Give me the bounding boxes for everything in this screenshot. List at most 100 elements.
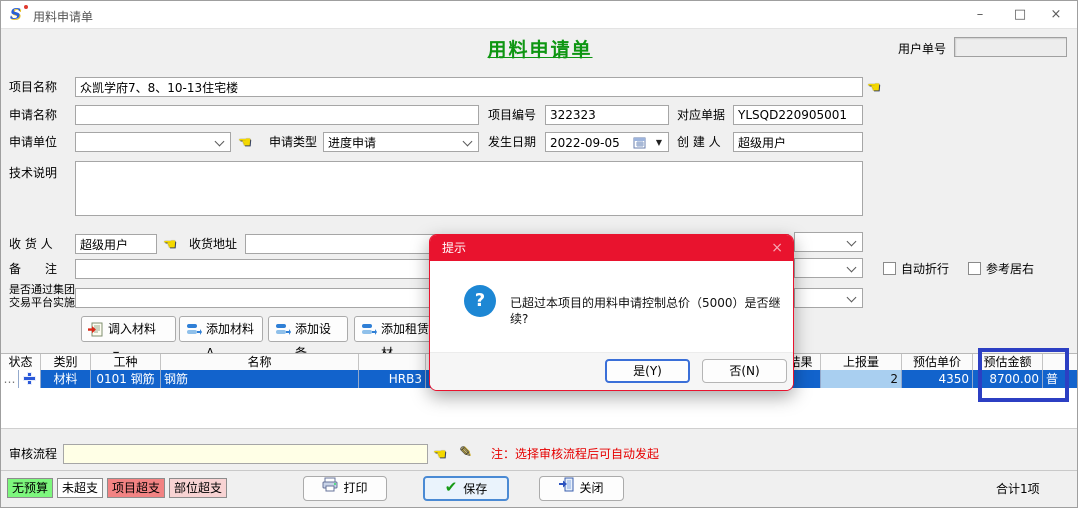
creator-label: 创 建 人 [677, 132, 721, 152]
material-request-window: S 用料申请单 – □ × 用料申请单 用户单号 项目名称 ☚ 申请名称 项目编… [0, 0, 1078, 508]
apply-name-input[interactable] [75, 105, 479, 125]
edit-pencil-icon[interactable]: ✎ [459, 443, 472, 461]
receive-addr-label: 收货地址 [189, 234, 237, 254]
total-count: 合计1项 [996, 479, 1040, 499]
auto-wrap-checkbox[interactable] [883, 262, 896, 275]
receiver-picker-hand-icon[interactable]: ☚ [163, 235, 183, 253]
close-form-label: 关闭 [579, 477, 603, 500]
remark-label: 备 注 [9, 259, 57, 279]
dialog-yes-button[interactable]: 是(Y) [605, 359, 690, 383]
save-label: 保存 [463, 478, 487, 501]
apply-unit-picker-hand-icon[interactable]: ☚ [238, 133, 258, 151]
occur-date-picker[interactable]: 2022-09-05 ▼ [545, 132, 669, 152]
col-status[interactable]: 状态 [1, 354, 41, 371]
project-no-input[interactable] [545, 105, 669, 125]
table-empty-area [1, 388, 1078, 429]
apply-unit-label: 申请单位 [9, 132, 57, 152]
apply-type-select[interactable]: 进度申请 [323, 132, 479, 152]
legend-project-over: 项目超支 [107, 478, 165, 498]
close-form-button[interactable]: 关闭 [539, 476, 624, 501]
remark-select[interactable] [794, 258, 863, 278]
via-group-label: 是否通过集团交易平台实施 [9, 283, 75, 309]
receive-addr-select[interactable] [794, 232, 863, 252]
add-row-icon [361, 322, 377, 336]
receiver-label: 收 货 人 [9, 234, 53, 254]
related-doc-input[interactable] [733, 105, 863, 125]
user-no-label: 用户单号 [898, 39, 946, 59]
col-work-type[interactable]: 工种 [91, 354, 161, 371]
col-report-qty[interactable]: 上报量 [821, 354, 902, 371]
row-spec-cell: HRB3 [359, 370, 426, 388]
ref-right-checkbox[interactable] [968, 262, 981, 275]
print-button[interactable]: 打印 [303, 476, 387, 501]
maximize-button[interactable]: □ [1003, 1, 1037, 28]
col-category[interactable]: 类别 [41, 354, 91, 371]
legend-no-budget: 无预算 [7, 478, 53, 498]
row-category-cell: 材料 [41, 370, 91, 388]
col-name[interactable]: 名称 [161, 354, 359, 371]
prompt-dialog: 提示 × ? 已超过本项目的用料申请控制总价（5000）是否继续? 是(Y) 否… [429, 234, 794, 391]
import-material-label: 调入材料 [108, 322, 156, 336]
close-button[interactable]: × [1039, 1, 1073, 28]
receiver-input[interactable] [75, 234, 157, 254]
dialog-title: 提示 [442, 241, 466, 255]
row-report-qty-cell[interactable]: 2 [821, 370, 902, 388]
add-equipment-button[interactable]: 添加设备 [268, 316, 348, 342]
dialog-close-icon[interactable]: × [771, 235, 783, 261]
add-row-icon [186, 322, 202, 336]
user-no-input[interactable] [954, 37, 1067, 57]
form-heading: 用料申请单 [487, 35, 592, 62]
project-name-label: 项目名称 [9, 77, 57, 97]
row-est-amount-cell: 8700.00 [973, 370, 1043, 388]
calendar-icon[interactable] [633, 136, 646, 149]
add-material-button[interactable]: 添加材料A [179, 316, 263, 342]
dialog-no-button[interactable]: 否(N) [702, 359, 787, 383]
row-status-cell [19, 370, 41, 388]
tech-note-textarea[interactable] [75, 161, 863, 216]
legend-part-over: 部位超支 [169, 478, 227, 498]
status-cross-icon [24, 373, 35, 384]
dialog-titlebar: 提示 [430, 235, 793, 261]
question-icon: ? [464, 285, 496, 317]
row-est-price-cell: 4350 [902, 370, 973, 388]
calendar-dropdown-icon[interactable]: ▼ [656, 138, 662, 147]
legend-not-over: 未超支 [57, 478, 103, 498]
window-titlebar: S 用料申请单 – □ × [1, 1, 1077, 29]
apply-name-label: 申请名称 [9, 105, 57, 125]
occur-date-value: 2022-09-05 [550, 135, 620, 151]
minimize-button[interactable]: – [963, 1, 997, 28]
project-no-label: 项目编号 [488, 105, 536, 125]
exit-door-icon [559, 477, 574, 492]
row-selector-cell[interactable]: … [1, 370, 19, 388]
col-est-price[interactable]: 预估单价 [902, 354, 973, 371]
review-flow-input[interactable] [63, 444, 428, 464]
apply-type-value: 进度申请 [328, 135, 376, 151]
chevron-down-icon [847, 237, 857, 247]
chevron-down-icon [847, 293, 857, 303]
chevron-down-icon [847, 263, 857, 273]
row-extra-cell: 普 [1043, 370, 1078, 388]
row-name-cell: 钢筋 [161, 370, 359, 388]
apply-unit-select[interactable] [75, 132, 231, 152]
creator-input[interactable] [733, 132, 863, 152]
review-flow-label: 审核流程 [9, 444, 57, 464]
chevron-down-icon [463, 137, 473, 147]
col-extra[interactable] [1043, 354, 1078, 371]
tech-note-label: 技术说明 [9, 163, 57, 183]
save-button[interactable]: ✔保存 [423, 476, 509, 501]
project-name-input[interactable] [75, 77, 863, 97]
printer-icon [322, 477, 338, 492]
via-group-select[interactable] [794, 288, 863, 308]
print-label: 打印 [343, 477, 367, 500]
ref-right-label: 参考居右 [986, 259, 1034, 279]
chevron-down-icon [215, 137, 225, 147]
project-picker-hand-icon[interactable]: ☚ [867, 78, 887, 96]
apply-type-label: 申请类型 [269, 132, 317, 152]
import-material-button[interactable]: 调入材料▼ [81, 316, 176, 342]
auto-wrap-label: 自动折行 [901, 259, 949, 279]
footer-divider [1, 470, 1078, 471]
col-spec[interactable] [359, 354, 426, 371]
col-est-amount[interactable]: 预估金额 [973, 354, 1043, 371]
review-picker-hand-icon[interactable]: ☚ [433, 445, 453, 463]
dialog-message: 已超过本项目的用料申请控制总价（5000）是否继续? [510, 295, 782, 327]
